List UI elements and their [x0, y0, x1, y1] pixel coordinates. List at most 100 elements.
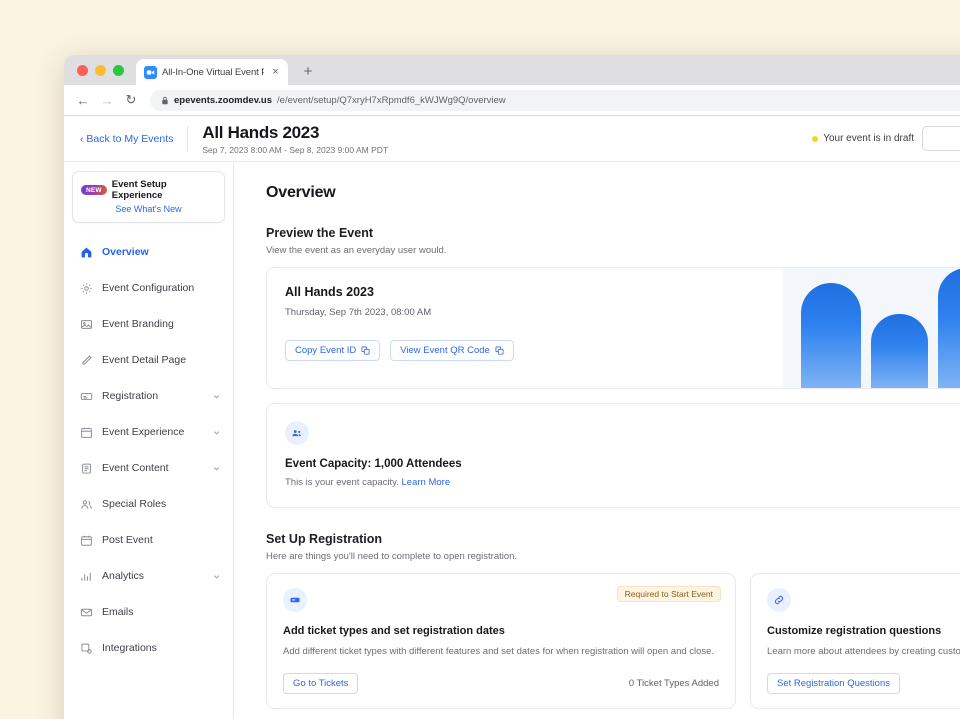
url-domain: epevents.zoomdev.us: [174, 95, 272, 106]
preview-event-date: Thursday, Sep 7th 2023, 08:00 AM: [285, 307, 783, 318]
chevron-down-icon[interactable]: [212, 428, 221, 437]
header-action-button[interactable]: [922, 126, 960, 151]
sidebar-item-label: Post Event: [102, 534, 221, 546]
required-badge: Required to Start Event: [617, 586, 721, 602]
registration-card-row: Required to Start Event Add ticket types…: [266, 573, 960, 709]
registration-section-title: Set Up Registration: [266, 532, 960, 546]
sidebar-item-event-branding[interactable]: Event Branding: [64, 306, 233, 342]
banner-shape: [938, 268, 960, 388]
ticket-types-count: 0 Ticket Types Added: [629, 678, 719, 689]
registration-section-subtitle: Here are things you'll need to complete …: [266, 551, 960, 562]
back-to-my-events-link[interactable]: ‹ Back to My Events: [80, 133, 187, 145]
event-daterange: Sep 7, 2023 8:00 AM - Sep 8, 2023 9:00 A…: [202, 145, 388, 155]
close-window-button[interactable]: [77, 65, 88, 76]
sidebar-item-label: Analytics: [102, 570, 203, 582]
attendees-icon: [285, 421, 309, 445]
sidebar-item-label: Emails: [102, 606, 221, 618]
maximize-window-button[interactable]: [113, 65, 124, 76]
clipboard-icon: [80, 462, 93, 475]
plug-icon: [80, 642, 93, 655]
ticket-icon: [80, 390, 93, 403]
sidebar: NEW Event Setup Experience See What's Ne…: [64, 162, 234, 719]
sidebar-item-integrations[interactable]: Integrations: [64, 630, 233, 666]
sidebar-item-label: Event Configuration: [102, 282, 221, 294]
sidebar-item-event-experience[interactable]: Event Experience: [64, 414, 233, 450]
new-badge: NEW: [81, 185, 107, 195]
event-capacity-sub-text: This is your event capacity.: [285, 477, 399, 488]
sidebar-item-label: Overview: [102, 246, 221, 258]
sidebar-item-post-event[interactable]: Post Event: [64, 522, 233, 558]
sidebar-item-event-detail-page[interactable]: Event Detail Page: [64, 342, 233, 378]
url-input[interactable]: epevents.zoomdev.us/e/event/setup/Q7xryH…: [150, 90, 960, 111]
sidebar-item-special-roles[interactable]: Special Roles: [64, 486, 233, 522]
setup-experience-promo[interactable]: NEW Event Setup Experience See What's Ne…: [72, 171, 225, 223]
sidebar-item-emails[interactable]: Emails: [64, 594, 233, 630]
learn-more-link[interactable]: Learn More: [402, 477, 451, 488]
card-footer: Go to Tickets 0 Ticket Types Added: [283, 673, 719, 694]
window-traffic-lights: [74, 55, 130, 85]
browser-tab[interactable]: All-In-One Virtual Event Platfo ×: [136, 59, 288, 85]
ticket-card-icon: [283, 588, 307, 612]
set-registration-questions-button[interactable]: Set Registration Questions: [767, 673, 900, 694]
people-icon: [80, 498, 93, 511]
close-icon[interactable]: ×: [269, 66, 282, 79]
image-icon: [80, 318, 93, 331]
preview-event-name: All Hands 2023: [285, 285, 783, 299]
status-badge: Your event is in draft: [812, 133, 914, 144]
url-path: /e/event/setup/Q7xryH7xRpmdf6_kWJWg9Q/ov…: [277, 95, 506, 106]
sidebar-item-event-configuration[interactable]: Event Configuration: [64, 270, 233, 306]
card-title: Add ticket types and set registration da…: [283, 625, 719, 637]
reload-icon[interactable]: ↻: [120, 89, 142, 111]
sidebar-item-registration[interactable]: Registration: [64, 378, 233, 414]
forward-icon[interactable]: →: [96, 89, 118, 111]
sidebar-item-overview[interactable]: Overview: [64, 234, 233, 270]
promo-top-row: NEW Event Setup Experience: [81, 179, 216, 201]
page-title: All Hands 2023: [202, 123, 388, 143]
browser-window: All-In-One Virtual Event Platfo × + ← → …: [64, 55, 960, 719]
bar-chart-icon: [80, 570, 93, 583]
sidebar-item-label: Event Content: [102, 462, 203, 474]
page-content: ‹ Back to My Events All Hands 2023 Sep 7…: [64, 116, 960, 719]
chevron-down-icon[interactable]: [212, 392, 221, 401]
sidebar-item-label: Event Experience: [102, 426, 203, 438]
sidebar-item-label: Special Roles: [102, 498, 221, 510]
preview-section-subtitle: View the event as an everyday user would…: [266, 245, 960, 256]
header-divider: [187, 126, 188, 152]
event-capacity-card: Event Capacity: 1,000 Attendees This is …: [266, 403, 960, 508]
event-capacity-title: Event Capacity: 1,000 Attendees: [285, 458, 960, 470]
preview-section: Preview the Event View the event as an e…: [266, 226, 960, 389]
sidebar-item-label: Registration: [102, 390, 203, 402]
status-label: Your event is in draft: [823, 133, 914, 144]
chevron-down-icon[interactable]: [212, 572, 221, 581]
sidebar-item-event-content[interactable]: Event Content: [64, 450, 233, 486]
add-ticket-types-card: Required to Start Event Add ticket types…: [266, 573, 736, 709]
chevron-down-icon[interactable]: [212, 464, 221, 473]
event-banner-image: [783, 268, 960, 388]
back-icon[interactable]: ←: [72, 89, 94, 111]
event-capacity-subtitle: This is your event capacity. Learn More: [285, 477, 960, 488]
header-right: Your event is in draft: [812, 126, 960, 151]
header-titles: All Hands 2023 Sep 7, 2023 8:00 AM - Sep…: [202, 123, 388, 155]
home-icon: [80, 246, 93, 259]
copy-event-id-label: Copy Event ID: [295, 345, 356, 356]
preview-card-left: All Hands 2023 Thursday, Sep 7th 2023, 0…: [267, 268, 783, 388]
go-to-tickets-button[interactable]: Go to Tickets: [283, 673, 358, 694]
copy-event-id-button[interactable]: Copy Event ID: [285, 340, 380, 361]
promo-title: Event Setup Experience: [112, 179, 216, 201]
browser-tab-title: All-In-One Virtual Event Platfo: [162, 67, 264, 78]
zoom-favicon-icon: [144, 66, 157, 79]
sidebar-item-analytics[interactable]: Analytics: [64, 558, 233, 594]
customize-registration-questions-card: Customize registration questions Learn m…: [750, 573, 960, 709]
minimize-window-button[interactable]: [95, 65, 106, 76]
see-whats-new-link[interactable]: See What's New: [81, 204, 216, 214]
link-card-icon: [767, 588, 791, 612]
sidebar-item-label: Integrations: [102, 642, 221, 654]
event-preview-card: All Hands 2023 Thursday, Sep 7th 2023, 0…: [266, 267, 960, 389]
status-dot-icon: [812, 136, 818, 142]
card-description: Learn more about attendees by creating c…: [767, 645, 960, 659]
view-event-qr-code-button[interactable]: View Event QR Code: [390, 340, 514, 361]
overview-title: Overview: [266, 184, 960, 202]
copy-icon: [361, 346, 370, 355]
new-tab-button[interactable]: +: [297, 61, 319, 83]
banner-shape: [871, 314, 928, 388]
